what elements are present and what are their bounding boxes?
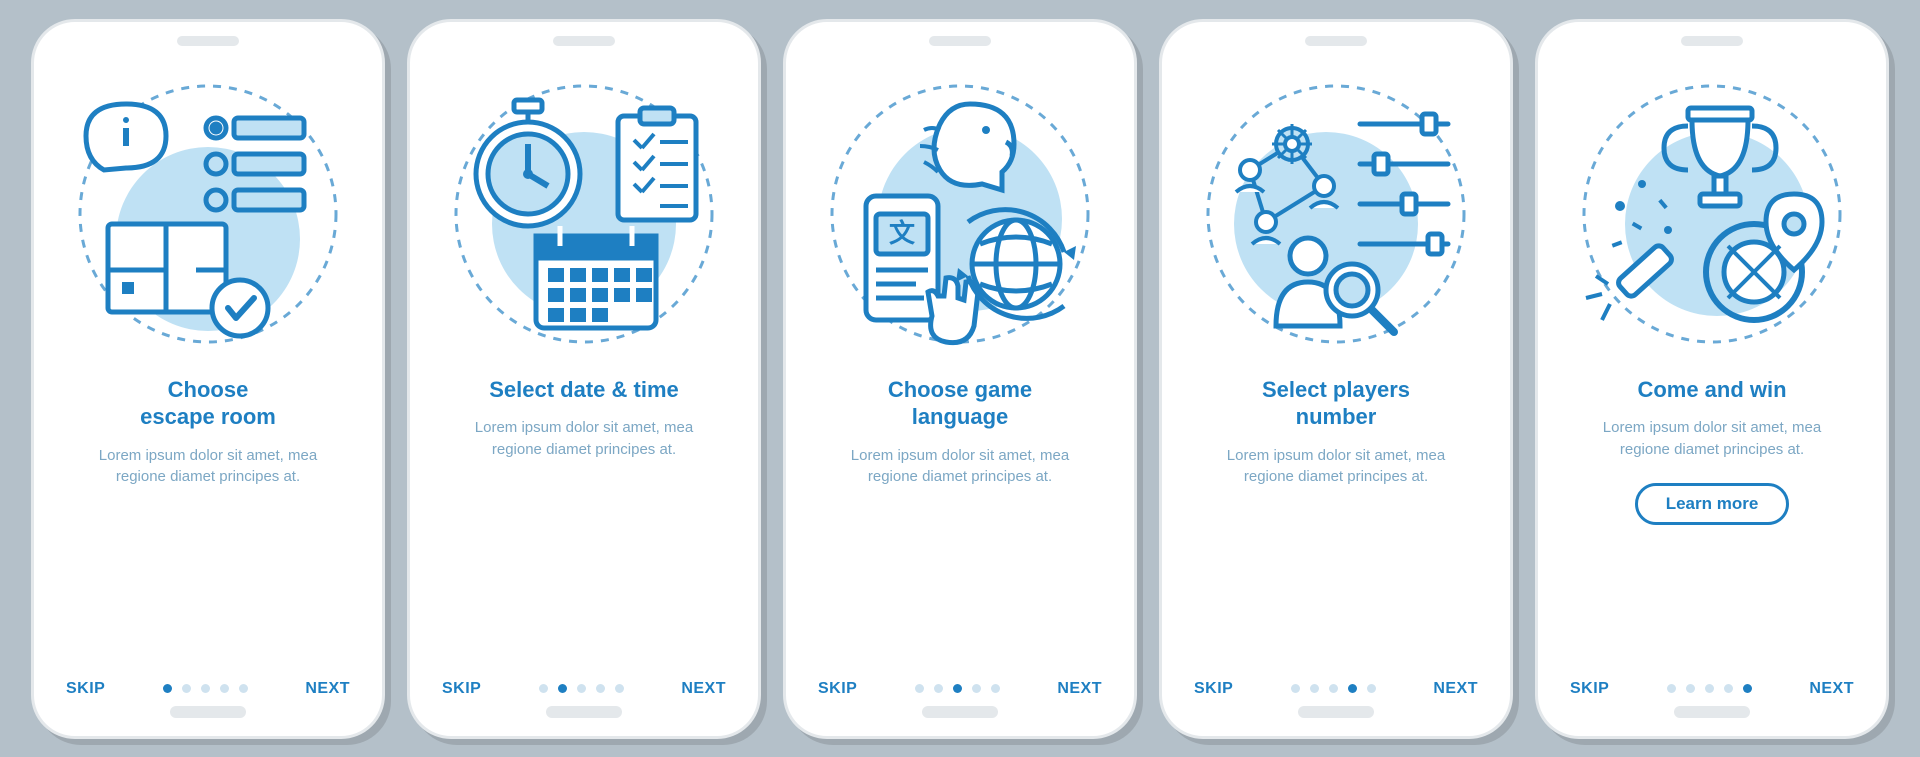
onboarding-title: Select date & time xyxy=(479,376,689,404)
skip-button[interactable]: SKIP xyxy=(442,680,481,698)
page-dot xyxy=(1291,684,1300,693)
page-dot xyxy=(953,684,962,693)
page-dot xyxy=(615,684,624,693)
skip-button[interactable]: SKIP xyxy=(1194,680,1233,698)
page-dot xyxy=(915,684,924,693)
next-button[interactable]: NEXT xyxy=(1057,680,1102,698)
home-indicator xyxy=(1298,706,1374,718)
players-icon xyxy=(1196,74,1476,354)
page-dot xyxy=(539,684,548,693)
trophy-icon xyxy=(1572,74,1852,354)
page-dot xyxy=(558,684,567,693)
phone-screen: Come and win Lorem ipsum dolor sit amet, … xyxy=(1556,60,1868,680)
phone-speaker xyxy=(1305,36,1367,46)
page-dot xyxy=(1348,684,1357,693)
players-icon xyxy=(1196,74,1476,354)
page-dot xyxy=(1705,684,1714,693)
page-dot xyxy=(163,684,172,693)
onboarding-title: Choose escape room xyxy=(130,376,286,431)
next-button[interactable]: NEXT xyxy=(1433,680,1478,698)
home-indicator xyxy=(922,706,998,718)
page-dot xyxy=(1367,684,1376,693)
page-dot xyxy=(239,684,248,693)
onboarding-footer: SKIP NEXT xyxy=(52,680,364,698)
page-dot xyxy=(1667,684,1676,693)
escape-room-icon xyxy=(68,74,348,354)
home-indicator xyxy=(170,706,246,718)
phone-speaker xyxy=(1681,36,1743,46)
phone-screen: Select date & time Lorem ipsum dolor sit … xyxy=(428,60,740,680)
page-dot xyxy=(596,684,605,693)
phone-speaker xyxy=(553,36,615,46)
onboarding-body: Lorem ipsum dolor sit amet, mea regione … xyxy=(428,417,740,461)
page-dot xyxy=(1686,684,1695,693)
onboarding-body: Lorem ipsum dolor sit amet, mea regione … xyxy=(1180,445,1492,489)
escape-room-icon xyxy=(68,74,348,354)
onboarding-body: Lorem ipsum dolor sit amet, mea regione … xyxy=(52,445,364,489)
onboarding-title: Choose game language xyxy=(878,376,1042,431)
svg-text:文: 文 xyxy=(889,218,916,248)
page-dot xyxy=(1329,684,1338,693)
page-dot xyxy=(1743,684,1752,693)
phone-screen: 文 Choose game language Lorem ipsum dolor … xyxy=(804,60,1116,680)
page-indicator xyxy=(1291,684,1376,693)
phone-mockup: Choose escape room Lorem ipsum dolor sit … xyxy=(31,19,385,739)
phone-mockup: Come and win Lorem ipsum dolor sit amet, … xyxy=(1535,19,1889,739)
onboarding-footer: SKIP NEXT xyxy=(428,680,740,698)
onboarding-footer: SKIP NEXT xyxy=(804,680,1116,698)
onboarding-title: Select players number xyxy=(1252,376,1420,431)
page-dot xyxy=(1310,684,1319,693)
page-indicator xyxy=(915,684,1000,693)
next-button[interactable]: NEXT xyxy=(1809,680,1854,698)
language-icon: 文 xyxy=(820,74,1100,354)
learn-more-button[interactable]: Learn more xyxy=(1635,483,1790,525)
onboarding-footer: SKIP NEXT xyxy=(1180,680,1492,698)
phone-speaker xyxy=(177,36,239,46)
onboarding-footer: SKIP NEXT xyxy=(1556,680,1868,698)
page-dot xyxy=(972,684,981,693)
onboarding-title: Come and win xyxy=(1627,376,1796,404)
phone-mockup: Select date & time Lorem ipsum dolor sit … xyxy=(407,19,761,739)
page-dot xyxy=(991,684,1000,693)
page-indicator xyxy=(539,684,624,693)
phone-mockup: Select players number Lorem ipsum dolor s… xyxy=(1159,19,1513,739)
skip-button[interactable]: SKIP xyxy=(818,680,857,698)
next-button[interactable]: NEXT xyxy=(681,680,726,698)
trophy-icon xyxy=(1572,74,1852,354)
language-icon: 文 xyxy=(820,74,1100,354)
next-button[interactable]: NEXT xyxy=(305,680,350,698)
phone-speaker xyxy=(929,36,991,46)
onboarding-body: Lorem ipsum dolor sit amet, mea regione … xyxy=(804,445,1116,489)
page-dot xyxy=(934,684,943,693)
onboarding-body: Lorem ipsum dolor sit amet, mea regione … xyxy=(1556,417,1868,461)
page-indicator xyxy=(1667,684,1752,693)
skip-button[interactable]: SKIP xyxy=(1570,680,1609,698)
page-indicator xyxy=(163,684,248,693)
skip-button[interactable]: SKIP xyxy=(66,680,105,698)
home-indicator xyxy=(1674,706,1750,718)
date-time-icon xyxy=(444,74,724,354)
page-dot xyxy=(1724,684,1733,693)
phone-mockup: 文 Choose game language Lorem ipsum dolor … xyxy=(783,19,1137,739)
phone-screen: Choose escape room Lorem ipsum dolor sit … xyxy=(52,60,364,680)
home-indicator xyxy=(546,706,622,718)
page-dot xyxy=(220,684,229,693)
phone-screen: Select players number Lorem ipsum dolor s… xyxy=(1180,60,1492,680)
date-time-icon xyxy=(444,74,724,354)
page-dot xyxy=(182,684,191,693)
page-dot xyxy=(577,684,586,693)
page-dot xyxy=(201,684,210,693)
